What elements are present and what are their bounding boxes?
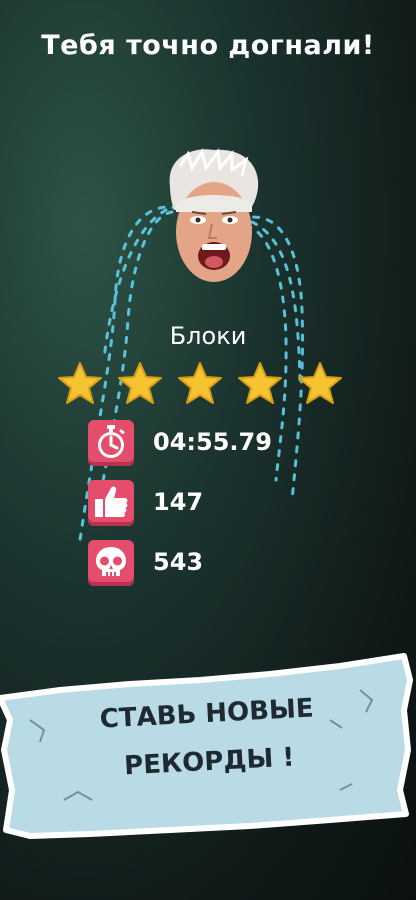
star-icon	[298, 362, 342, 404]
stat-time: 04:55.79	[88, 420, 348, 468]
star-icon	[58, 362, 102, 404]
level-name: Блоки	[169, 322, 247, 350]
star-rating	[56, 360, 346, 410]
stat-likes: 147	[88, 480, 348, 528]
stat-deaths: 543	[88, 540, 348, 588]
star-icon	[238, 362, 282, 404]
thumbs-up-icon	[88, 480, 134, 526]
deaths-value: 543	[153, 548, 204, 576]
stopwatch-icon	[88, 420, 134, 466]
time-value: 04:55.79	[153, 428, 272, 456]
player-face-image	[169, 148, 259, 282]
star-icon	[178, 362, 222, 404]
star-icon	[118, 362, 162, 404]
skull-icon	[88, 540, 134, 586]
likes-value: 147	[153, 488, 204, 516]
